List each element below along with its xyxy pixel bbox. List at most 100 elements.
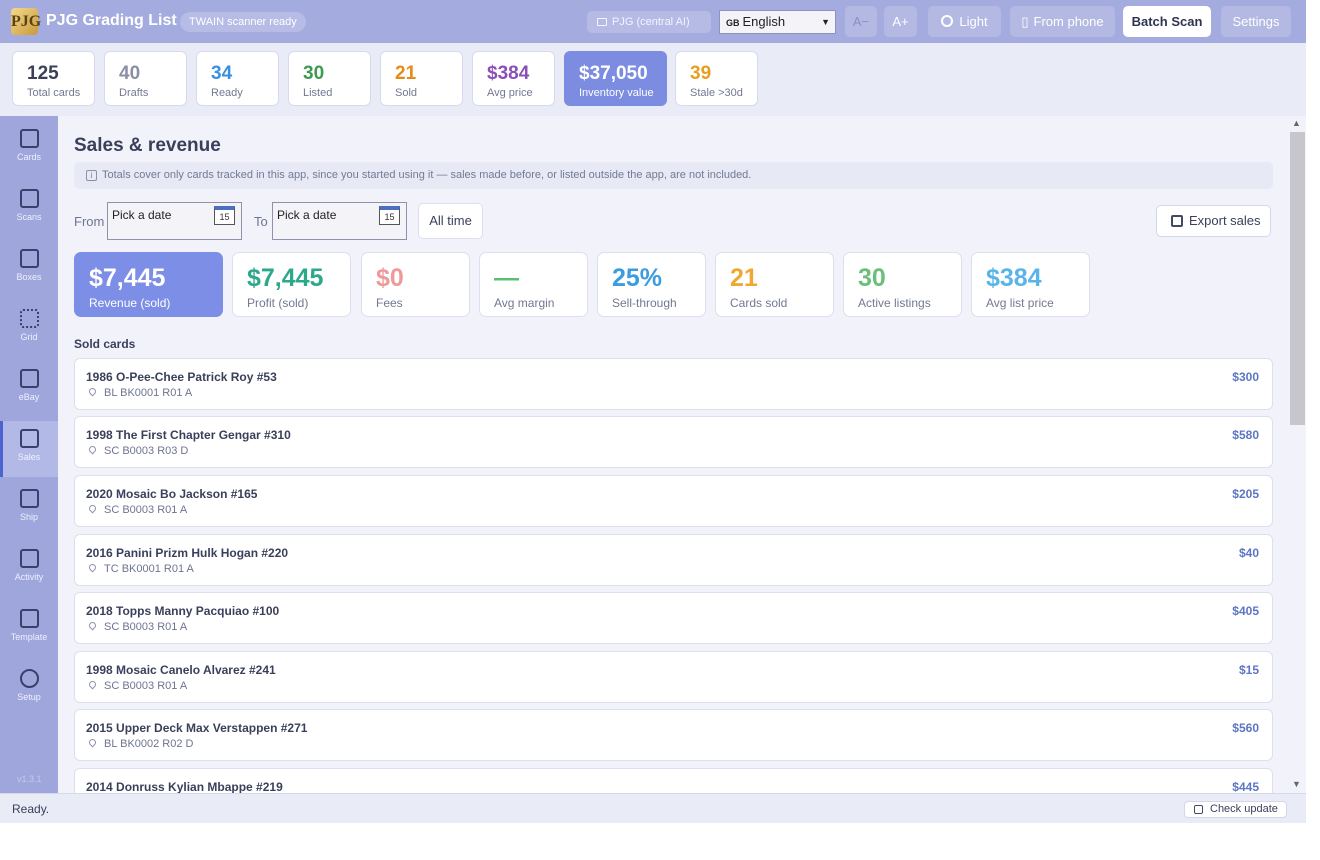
stat-value: $384: [487, 63, 530, 84]
scanner-status-badge: TWAIN scanner ready: [180, 12, 306, 32]
stat-sold[interactable]: 21 Sold: [380, 51, 463, 106]
sidebar-item-sales[interactable]: Sales: [0, 421, 58, 477]
to-date-input[interactable]: Pick a date 15: [272, 202, 407, 240]
sidebar-item-label: Setup: [17, 692, 41, 702]
stat-stale[interactable]: 39 Stale >30d: [675, 51, 758, 106]
vertical-scrollbar[interactable]: ▲ ▼: [1288, 116, 1306, 793]
info-note-text: Totals cover only cards tracked in this …: [102, 169, 752, 181]
card-location: SC B0003 R01 A: [104, 504, 188, 516]
settings-button[interactable]: Settings: [1221, 6, 1291, 37]
stat-label: Listed: [303, 87, 333, 99]
kpi-label: Active listings: [858, 296, 931, 310]
stat-ready[interactable]: 34 Ready: [196, 51, 279, 106]
card-name: 2018 Topps Manny Pacquiao #100: [86, 604, 280, 618]
all-time-button[interactable]: All time: [418, 203, 483, 239]
theme-toggle-button[interactable]: Light: [928, 6, 1001, 37]
status-text: Ready.: [12, 802, 50, 816]
font-smaller-button[interactable]: A−: [845, 6, 877, 37]
sidebar: Cards Scans Boxes Grid eBay Sales Ship A…: [0, 116, 58, 793]
from-label: From: [74, 214, 105, 229]
list-item[interactable]: 2014 Donruss Kylian Mbappe #219 $445: [74, 768, 1273, 793]
scroll-up-icon[interactable]: ▲: [1292, 118, 1301, 128]
stat-value: $37,050: [579, 63, 648, 84]
stat-value: 125: [27, 63, 59, 84]
stat-label: Sold: [395, 87, 418, 99]
stat-avg-price[interactable]: $384 Avg price: [472, 51, 555, 106]
stat-label: Total cards: [27, 87, 81, 99]
theme-label: Light: [959, 14, 988, 29]
card-location: SC B0003 R01 A: [104, 680, 188, 692]
sidebar-item-activity[interactable]: Activity: [0, 541, 58, 597]
scroll-thumb[interactable]: [1290, 132, 1305, 425]
clipboard-icon: [19, 549, 39, 568]
sidebar-item-scans[interactable]: Scans: [0, 181, 58, 237]
sidebar-item-label: eBay: [18, 392, 40, 402]
sidebar-item-setup[interactable]: Setup: [0, 661, 58, 717]
stat-value: 40: [119, 63, 141, 84]
kpi-value: $0: [376, 264, 404, 292]
check-update-button[interactable]: Check update: [1184, 801, 1287, 818]
scroll-down-icon[interactable]: ▼: [1292, 779, 1301, 789]
version-label: v1.3.1: [17, 774, 42, 784]
location-pin-icon: [87, 737, 98, 748]
kpi-sell-through: 25% Sell-through: [597, 252, 706, 317]
language-value: English: [742, 14, 786, 29]
stat-total-cards[interactable]: 125 Total cards: [12, 51, 95, 106]
kpi-label: Sell-through: [612, 296, 677, 310]
kpi-avg-list-price: $384 Avg list price: [971, 252, 1090, 317]
card-price: $40: [1238, 546, 1259, 560]
flag-icon: GB: [726, 18, 740, 28]
page-title: Sales & revenue: [74, 135, 221, 156]
batch-scan-button[interactable]: Batch Scan: [1123, 6, 1211, 37]
kpi-value: $7,445: [247, 264, 324, 292]
sidebar-item-template[interactable]: Template: [0, 601, 58, 657]
location-pin-icon: [87, 679, 98, 690]
ai-mode-button[interactable]: PJG (central AI): [587, 11, 711, 33]
camera-icon: [19, 189, 39, 208]
list-item[interactable]: 1998 Mosaic Canelo Alvarez #241 SC B0003 …: [74, 651, 1273, 703]
list-item[interactable]: 2016 Panini Prizm Hulk Hogan #220 TC BK00…: [74, 534, 1273, 586]
calendar-icon[interactable]: 15: [379, 206, 400, 225]
sidebar-item-label: Sales: [17, 452, 41, 462]
kpi-label: Profit (sold): [247, 296, 309, 310]
stat-label: Avg price: [487, 87, 533, 99]
list-item[interactable]: 2020 Mosaic Bo Jackson #165 SC B0003 R01 …: [74, 475, 1273, 527]
kpi-label: Avg list price: [986, 296, 1054, 310]
ai-mode-label: PJG (central AI): [612, 16, 690, 28]
language-select[interactable]: GB English ▼: [719, 10, 836, 34]
sidebar-item-grid[interactable]: Grid: [0, 301, 58, 357]
from-phone-button[interactable]: ▯ From phone: [1010, 6, 1115, 37]
sidebar-item-cards[interactable]: Cards: [0, 121, 58, 177]
from-date-input[interactable]: Pick a date 15: [107, 202, 242, 240]
card-name: 1998 The First Chapter Gengar #310: [86, 428, 291, 442]
list-item[interactable]: 1998 The First Chapter Gengar #310 SC B00…: [74, 416, 1273, 468]
kpi-revenue[interactable]: $7,445 Revenue (sold): [74, 252, 223, 317]
sidebar-item-label: Ship: [19, 512, 38, 522]
list-item[interactable]: 2018 Topps Manny Pacquiao #100 SC B0003 R…: [74, 592, 1273, 644]
stat-listed[interactable]: 30 Listed: [288, 51, 371, 106]
card-name: 2015 Upper Deck Max Verstappen #271: [86, 721, 308, 735]
stat-drafts[interactable]: 40 Drafts: [104, 51, 187, 106]
sidebar-item-boxes[interactable]: Boxes: [0, 241, 58, 297]
calendar-icon[interactable]: 15: [214, 206, 235, 225]
sidebar-item-label: Activity: [14, 572, 44, 582]
header-bar: PJG PJG Grading List TWAIN scanner ready…: [0, 0, 1306, 43]
kpi-active-listings: 30 Active listings: [843, 252, 962, 317]
export-sales-button[interactable]: Export sales: [1156, 205, 1271, 237]
sidebar-item-ship[interactable]: Ship: [0, 481, 58, 537]
stat-inventory-value[interactable]: $37,050 Inventory value: [564, 51, 667, 106]
chip-icon: [597, 18, 607, 26]
sidebar-item-ebay[interactable]: eBay: [0, 361, 58, 417]
info-icon: i: [86, 170, 97, 181]
card-name: 1998 Mosaic Canelo Alvarez #241: [86, 663, 276, 677]
list-item[interactable]: 1986 O-Pee-Chee Patrick Roy #53 BL BK0001…: [74, 358, 1273, 410]
tag-icon: [19, 369, 39, 388]
font-larger-button[interactable]: A+: [884, 6, 917, 37]
gear-icon: [19, 669, 39, 688]
puzzle-icon: [19, 609, 39, 628]
sidebar-item-label: Boxes: [16, 272, 42, 282]
sidebar-item-label: Scans: [16, 212, 42, 222]
check-update-label: Check update: [1210, 803, 1278, 815]
list-item[interactable]: 2015 Upper Deck Max Verstappen #271 BL BK…: [74, 709, 1273, 761]
kpi-cards-sold: 21 Cards sold: [715, 252, 834, 317]
